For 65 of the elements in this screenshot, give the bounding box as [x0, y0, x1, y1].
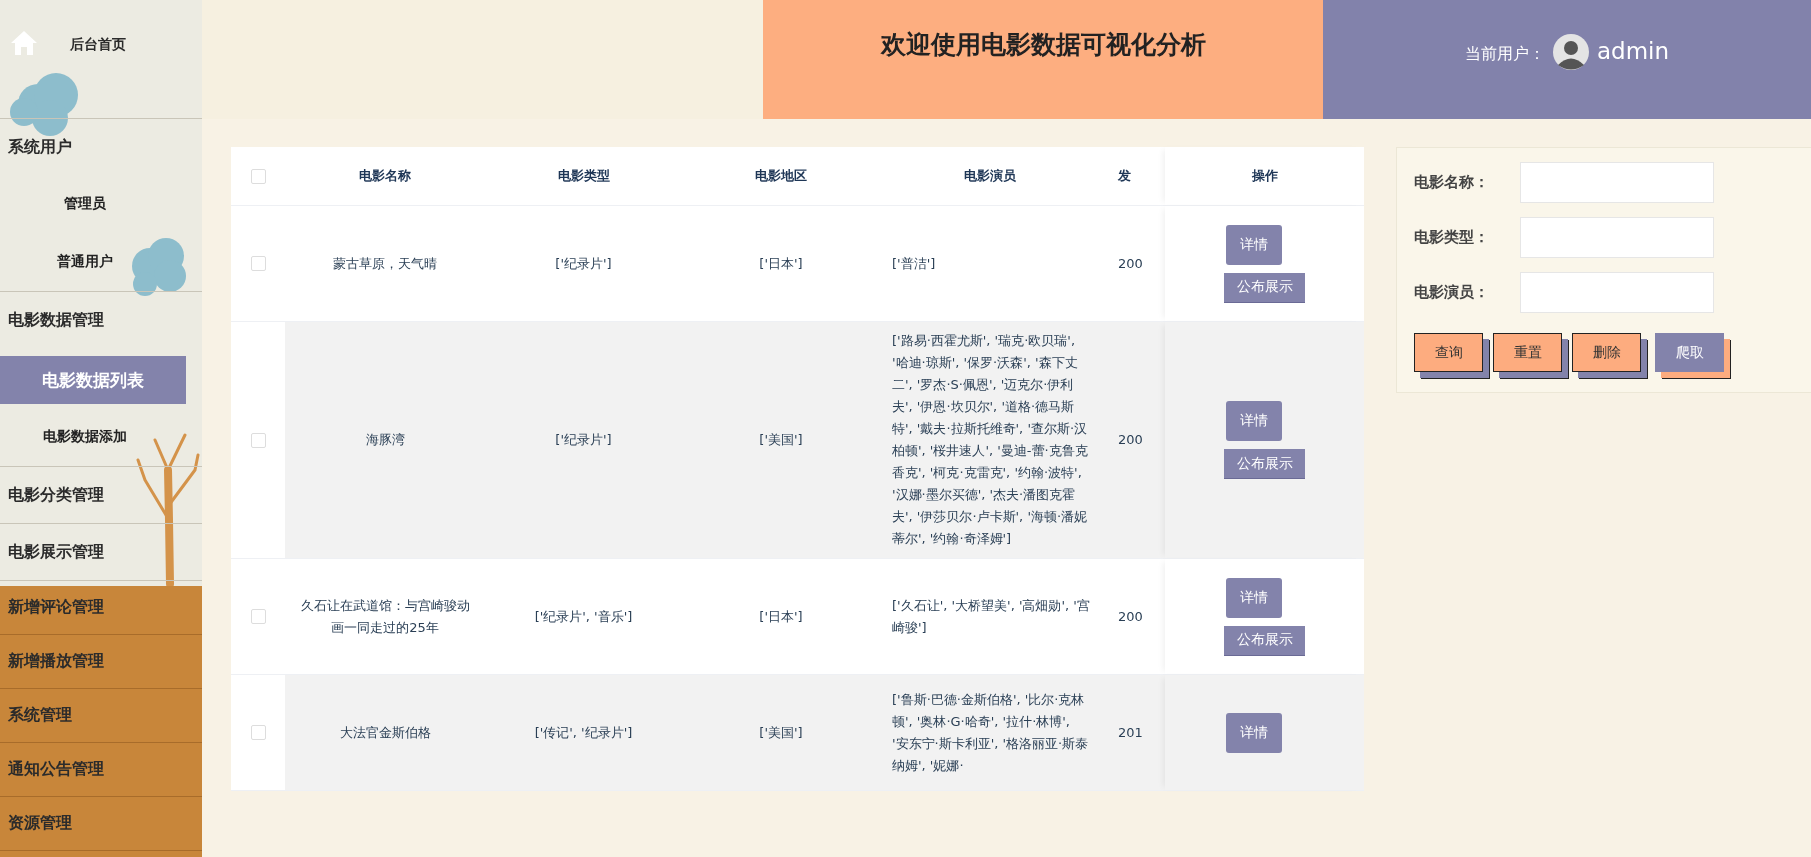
cloud-drawing [132, 238, 186, 296]
input-field[interactable] [1520, 272, 1714, 313]
table-cell-text: ['纪录片'] [555, 254, 612, 273]
input-field[interactable] [1520, 162, 1714, 203]
sidebar-item[interactable]: 通知公告管理 [0, 743, 112, 796]
table-cell-text: 蒙古草原，天气晴 [333, 254, 437, 273]
table-cell-text: ['路易·西霍尤斯', '瑞克·欧贝瑞', '哈迪·琼斯', '保罗·沃森', '森下丈二', '罗杰·S·佩恩', '迈克尔·伊利夫', '伊恩·坎贝尔', '道格·德马斯特', '戴夫·拉斯托维奇', '查尔斯·汉柏顿', '桜井速人', '曼迪-蕾·克鲁克香克', '柯克·克雷克', '约翰·波特', '汉娜·墨尔买德', '杰夫·潘图克霍夫', '伊莎贝尔·卢卡斯', '海顿·潘妮蒂尔', '约翰·奇泽姆'] [892, 332, 1089, 548]
field-label: 电影类型： [1414, 228, 1490, 247]
page-title: 欢迎使用电影数据可视化分析 [880, 29, 1206, 61]
sidebar-item[interactable]: 电影数据添加 [0, 408, 170, 466]
publish-button[interactable]: 公布展示 [1224, 625, 1305, 656]
table-cell-text: ['久石让', '大桥望美', '高畑勋', '宫崎骏'] [892, 596, 1090, 637]
field-label: 电影名称： [1414, 173, 1490, 192]
table-cell-text: ['日本'] [759, 254, 803, 273]
username: admin [1596, 38, 1670, 64]
sidebar-item[interactable]: 电影分类管理 [0, 467, 112, 523]
sidebar-item[interactable]: 新增播放管理 [0, 635, 112, 688]
checkbox[interactable] [250, 725, 266, 740]
table-cell-text: ['纪录片'] [555, 431, 612, 449]
user-label: 当前用户： [1464, 44, 1545, 65]
checkbox[interactable] [250, 168, 266, 184]
detail-button[interactable]: 详情 [1225, 577, 1282, 618]
sidebar-item[interactable]: 电影数据管理 [0, 292, 112, 348]
checkbox[interactable] [250, 256, 266, 271]
sidebar-item[interactable]: 管理员 [0, 175, 170, 233]
table-cell-text: ['日本'] [759, 607, 803, 626]
sidebar-item[interactable]: 普通用户 [0, 233, 170, 291]
avatar-icon [1552, 34, 1589, 70]
column-header: 电影名称 [359, 167, 411, 185]
field-label: 电影演员： [1414, 283, 1490, 302]
table-cell-text: 海豚湾 [365, 431, 405, 449]
checkbox[interactable] [250, 432, 266, 448]
table-cell-text: ['美国'] [759, 723, 803, 742]
table-cell-text: 200 [1118, 254, 1143, 273]
column-header: 电影类型 [557, 167, 610, 185]
sidebar-item[interactable]: 系统管理 [0, 689, 80, 742]
table-cell-text: ['普洁'] [892, 254, 936, 273]
publish-button[interactable]: 公布展示 [1224, 272, 1305, 303]
column-header: 电影地区 [755, 167, 807, 185]
sidebar-item[interactable]: 资源管理 [0, 797, 80, 850]
detail-button[interactable]: 详情 [1225, 401, 1282, 441]
table-cell-text: 大法官金斯伯格 [339, 723, 431, 742]
input-field[interactable] [1520, 217, 1714, 258]
table-cell-text: ['传记', '纪录片'] [534, 723, 633, 742]
sidebar-item[interactable]: 电影数据列表 [0, 356, 186, 404]
table-cell-text: 201 [1118, 723, 1143, 742]
sidebar-item[interactable]: 新增评论管理 [0, 581, 112, 634]
table-cell-text: ['鲁斯·巴德·金斯伯格', '比尔·克林顿', '奥林·G·哈奇', '拉什·林博', '安东宁·斯卡利亚', '格洛丽亚·斯泰纳姆', '妮娜· [892, 690, 1090, 775]
table-cell-text: ['纪录片', '音乐'] [534, 607, 633, 626]
column-header: 操作 [1251, 167, 1278, 185]
detail-button[interactable]: 详情 [1225, 712, 1282, 753]
checkbox[interactable] [250, 609, 266, 624]
table-cell-text: 200 [1118, 607, 1143, 626]
cloud-drawing [10, 73, 78, 136]
detail-button[interactable]: 详情 [1225, 224, 1282, 265]
sidebar-item[interactable]: 电影展示管理 [0, 524, 112, 580]
table-cell-text: 久石让在武道馆：与宫崎骏动画一同走过的25年 [299, 596, 471, 637]
table-cell-text: ['美国'] [759, 431, 803, 449]
column-header: 电影演员 [964, 167, 1016, 185]
sidebar-item[interactable]: 系统用户 [0, 119, 80, 175]
home-icon [10, 30, 38, 56]
column-header: 发 [1118, 167, 1131, 185]
table-cell-text: 200 [1118, 431, 1143, 449]
sidebar-item[interactable]: 后台首页 [0, 0, 134, 118]
publish-button[interactable]: 公布展示 [1224, 449, 1305, 479]
